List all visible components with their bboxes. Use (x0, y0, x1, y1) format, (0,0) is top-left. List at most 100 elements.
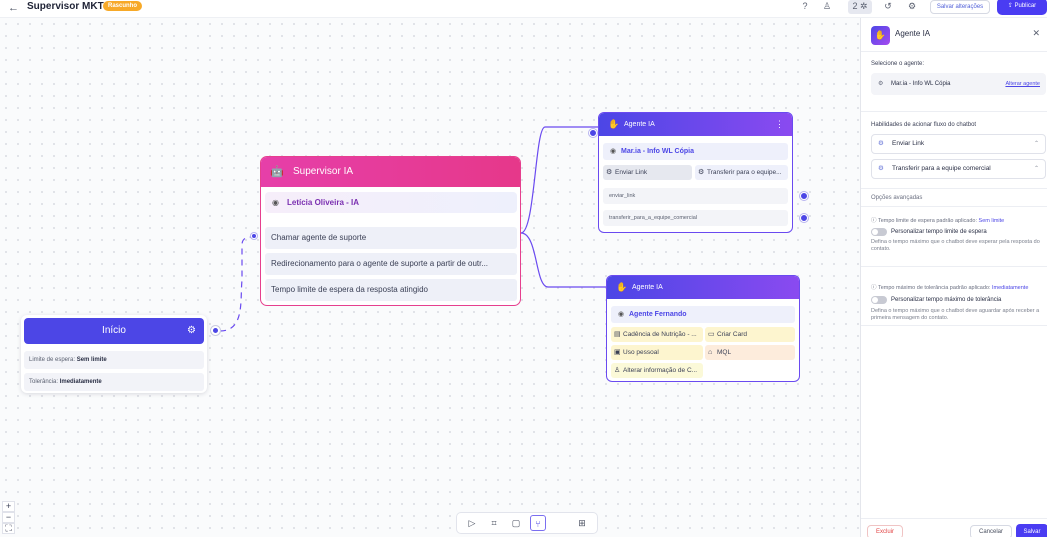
agent-node-title: Agente IA (624, 121, 655, 128)
divider (861, 266, 1047, 267)
skill-chip-label: Criar Card (717, 331, 747, 338)
supervisor-node[interactable]: 🤖 Supervisor IA ◉ Letícia Oliveira - IA … (260, 156, 521, 306)
gear-icon[interactable]: ⚙ (905, 0, 919, 14)
skill-dropdown-label: Transferir para a equipe comercial (892, 165, 991, 172)
wait-info-label: Tempo limite de espera padrão aplicado: (877, 218, 978, 224)
enviar-link-output-port[interactable] (800, 192, 808, 200)
grid-icon[interactable]: ⊞ (574, 515, 590, 531)
start-node[interactable]: Início ⚙ Limite de espera: Sem limite To… (21, 315, 207, 393)
wait-info-value: Sem limite (978, 218, 1005, 224)
blank-icon[interactable] (552, 515, 568, 531)
info-icon: ⓘ (871, 218, 877, 224)
supervisor-header: 🤖 Supervisor IA (261, 157, 520, 187)
skill-chip[interactable]: ⚙ Enviar Link (603, 165, 692, 180)
bug-icon[interactable]: 2 ✲ (848, 0, 872, 14)
help-icon[interactable]: ? (798, 0, 812, 14)
arrow-left-icon[interactable]: ← (8, 2, 19, 14)
wait-toggle-label: Personalizar tempo limite de espera (891, 229, 987, 235)
skill-dropdown[interactable]: ⚙ Enviar Link ⌃ (871, 134, 1046, 154)
tag-icon: ⌂ (708, 349, 713, 356)
save-button[interactable]: Salvar (1016, 524, 1047, 537)
agent-selected[interactable]: ◉ Agente Fernando (611, 306, 795, 323)
agent-name: Mar.ia - Info WL Cópia (621, 148, 694, 155)
skill-chip-label: MQL (717, 349, 732, 356)
supervisor-input-port[interactable] (251, 233, 257, 239)
counter: 2 (852, 1, 858, 11)
start-node-title: Início (102, 325, 126, 336)
tolerance-toggle[interactable] (871, 296, 887, 304)
history-icon[interactable]: ↺ (881, 0, 895, 14)
fit-view-icon[interactable]: ⛶ (2, 523, 15, 534)
agent-1-input-port[interactable] (589, 129, 597, 137)
selected-agent: ⚙ Mar.ia - Info WL Cópia Alterar agente (871, 73, 1046, 95)
skill-chip[interactable]: ♙ Alterar informação de C... (611, 363, 703, 378)
divider (861, 111, 1047, 112)
divider (861, 206, 1047, 207)
gear-icon[interactable]: ⚙ (187, 318, 196, 344)
skill-chip[interactable]: ⌂ MQL (705, 345, 795, 360)
robot-icon: 🤖 (270, 166, 284, 178)
agent-name: Agente Fernando (629, 311, 687, 318)
skill-chip[interactable]: ▤ Cadência de Nutrição - ... (611, 327, 703, 342)
advanced-options-label: Opções avançadas (871, 195, 923, 201)
output-row: transferir_para_a_equipe_comercial (603, 210, 788, 226)
wait-toggle[interactable] (871, 228, 887, 236)
agent-icon: ⚙ (878, 81, 884, 87)
agent-icon: ◉ (610, 148, 617, 155)
link-icon: ⚙ (878, 140, 884, 147)
tolerance-row: Tolerância: Imediatamente (24, 373, 204, 391)
zoom-in-icon[interactable]: + (2, 501, 15, 512)
agent-icon: ◉ (272, 198, 279, 207)
card-icon: ▭ (708, 331, 715, 338)
list-icon: ▤ (614, 331, 621, 338)
skill-chip-label: Uso pessoal (623, 349, 659, 356)
skill-chip[interactable]: ▭ Criar Card (705, 327, 795, 342)
save-changes-button[interactable]: Salvar alterações (930, 0, 990, 14)
more-options-icon[interactable]: ⋮ (775, 113, 784, 136)
delete-button[interactable]: Excluir (867, 525, 903, 537)
zoom-out-icon[interactable]: − (2, 512, 15, 523)
close-icon[interactable]: ✕ (1032, 28, 1040, 39)
chevron-up-icon[interactable]: ⌃ (1034, 160, 1039, 178)
start-output-port[interactable] (211, 326, 220, 335)
zoom-controls: + − ⛶ (2, 501, 15, 534)
panel-title: Agente IA (895, 29, 931, 38)
user-icon[interactable]: ♙ (820, 0, 834, 14)
skill-chip-label: Cadência de Nutrição - ... (623, 331, 697, 338)
wait-description: Defina o tempo máximo que o chatbot deve… (871, 239, 1040, 252)
wait-info: ⓘ Tempo limite de espera padrão aplicado… (871, 216, 1004, 224)
tolerance-value: Imediatamente (59, 379, 102, 385)
agent-node-1[interactable]: ✋ Agente IA ⋮ ◉ Mar.ia - Info WL Cópia ⚙… (598, 112, 793, 233)
agent-node-2[interactable]: ✋ Agente IA ◉ Agente Fernando ▤ Cadência… (606, 275, 800, 382)
panel-footer: Excluir Cancelar Salvar (861, 518, 1047, 537)
transfer-output-port[interactable] (800, 214, 808, 222)
skill-chip[interactable]: ▣ Uso pessoal (611, 345, 703, 360)
tolerance-label: Tolerância: (29, 379, 59, 385)
frame-icon[interactable]: ⌗ (486, 515, 502, 531)
change-agent-link[interactable]: Alterar agente (1005, 73, 1040, 95)
tolerance-description: Defina o tempo máximo que o chatbot deve… (871, 308, 1040, 321)
comment-icon[interactable]: ▢ (508, 515, 524, 531)
divider (861, 325, 1047, 326)
branch-icon[interactable]: ⑂ (530, 515, 546, 531)
agent-node-title: Agente IA (632, 284, 663, 291)
supervisor-route[interactable]: Redirecionamento para o agente de suport… (265, 253, 517, 275)
agent-selected[interactable]: ◉ Mar.ia - Info WL Cópia (603, 143, 788, 160)
supervisor-route[interactable]: Tempo limite de espera da resposta ating… (265, 279, 517, 301)
properties-panel: ✋ Agente IA ✕ Selecione o agente: ⚙ Mar.… (860, 18, 1047, 537)
skill-chip[interactable]: ⚙ Transferir para o equipe... (695, 165, 788, 180)
chevron-up-icon[interactable]: ⌃ (1034, 135, 1039, 153)
agent-node-header: ✋ Agente IA (607, 276, 799, 299)
start-node-header[interactable]: Início ⚙ (24, 318, 204, 344)
user-icon: ♙ (614, 367, 621, 374)
wait-limit-row: Limite de espera: Sem limite (24, 351, 204, 369)
wait-limit-label: Limite de espera: (29, 357, 76, 363)
supervisor-agent[interactable]: ◉ Letícia Oliveira - IA (265, 192, 517, 213)
cancel-button[interactable]: Cancelar (970, 525, 1012, 537)
skill-dropdown-label: Enviar Link (892, 140, 925, 147)
publish-button[interactable]: ⇪ Publicar (997, 0, 1047, 15)
skill-dropdown[interactable]: ⚙ Transferir para a equipe comercial ⌃ (871, 159, 1046, 179)
supervisor-route[interactable]: Chamar agente de suporte (265, 227, 517, 249)
robot-icon: ✋ (608, 119, 620, 129)
pointer-icon[interactable]: ▷ (464, 515, 480, 531)
